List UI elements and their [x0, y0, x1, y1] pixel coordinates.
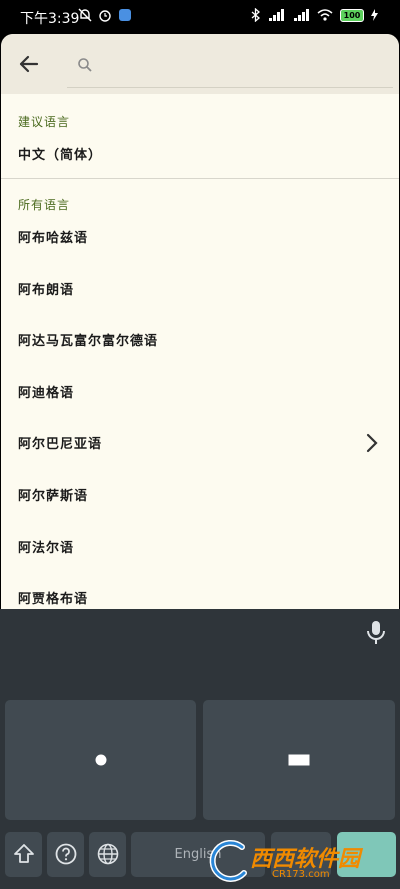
- list-item[interactable]: 阿布朗语: [1, 266, 399, 314]
- back-arrow-icon: [19, 55, 39, 73]
- language-picker-screen: 建议语言 中文（简体） 所有语言 阿布哈兹语 阿布朗语 阿达马瓦富尔富尔德语 阿…: [1, 34, 399, 609]
- language-label: 阿法尔语: [18, 541, 75, 556]
- watermark-logo: 西西软件园 CR173.com: [200, 831, 400, 889]
- list-item[interactable]: 阿贾格布语: [1, 575, 399, 609]
- language-label: 阿布朗语: [18, 283, 75, 298]
- search-icon: [78, 58, 92, 72]
- dash-symbol: [288, 754, 310, 766]
- chevron-right-icon: [366, 433, 378, 453]
- search-bar: [67, 49, 393, 88]
- list-item[interactable]: 阿尔萨斯语: [1, 472, 399, 520]
- mic-icon: [367, 621, 385, 644]
- list-item[interactable]: 阿布哈兹语: [1, 214, 399, 262]
- language-label: 中文（简体）: [18, 148, 103, 163]
- all-languages-header: 所有语言: [18, 198, 71, 212]
- alarm-icon: [99, 10, 111, 22]
- logo-swoosh-icon: [209, 840, 247, 882]
- list-item[interactable]: 阿尔巴尼亚语: [1, 420, 399, 468]
- watermark-url: CR173.com: [272, 869, 330, 880]
- list-item[interactable]: 阿达马瓦富尔富尔德语: [1, 317, 399, 365]
- globe-icon: [97, 843, 119, 865]
- dot-symbol: [95, 754, 106, 766]
- search-input[interactable]: [103, 53, 387, 83]
- language-label: 阿布哈兹语: [18, 231, 89, 246]
- bluetooth-icon: [251, 8, 260, 22]
- language-label: 阿尔巴尼亚语: [18, 437, 103, 452]
- language-label: 阿尔萨斯语: [18, 489, 89, 504]
- signal-icon-2: [294, 9, 309, 21]
- toolbar: [1, 34, 399, 94]
- status-bar: 下午3:39 100: [0, 0, 400, 34]
- charging-icon: [371, 9, 378, 21]
- list-item[interactable]: 阿法尔语: [1, 524, 399, 572]
- list-item[interactable]: 阿迪格语: [1, 369, 399, 417]
- dash-key[interactable]: [203, 700, 395, 820]
- section-divider: [1, 178, 399, 179]
- list-item-suggested[interactable]: 中文（简体）: [1, 131, 399, 179]
- mute-bell-icon: [78, 8, 92, 22]
- status-left-icons: [78, 8, 132, 22]
- back-button[interactable]: [15, 50, 43, 78]
- suggested-languages-header: 建议语言: [18, 115, 71, 129]
- shift-key[interactable]: [5, 832, 42, 877]
- language-label: 阿迪格语: [18, 386, 75, 401]
- app-notification-icon: [119, 9, 131, 21]
- dot-key[interactable]: [5, 700, 196, 820]
- status-right-icons: 100: [251, 8, 378, 22]
- battery-indicator: 100: [340, 8, 364, 22]
- help-icon: [55, 843, 77, 865]
- language-switch-key[interactable]: [89, 832, 126, 877]
- signal-icon-1: [269, 9, 284, 21]
- wifi-icon: [317, 9, 333, 21]
- status-time: 下午3:39: [20, 11, 80, 27]
- language-label: 阿达马瓦富尔富尔德语: [18, 334, 159, 349]
- voice-input-button[interactable]: [364, 619, 388, 645]
- shift-icon: [14, 844, 34, 863]
- language-label: 阿贾格布语: [18, 592, 89, 607]
- help-key[interactable]: [47, 832, 84, 877]
